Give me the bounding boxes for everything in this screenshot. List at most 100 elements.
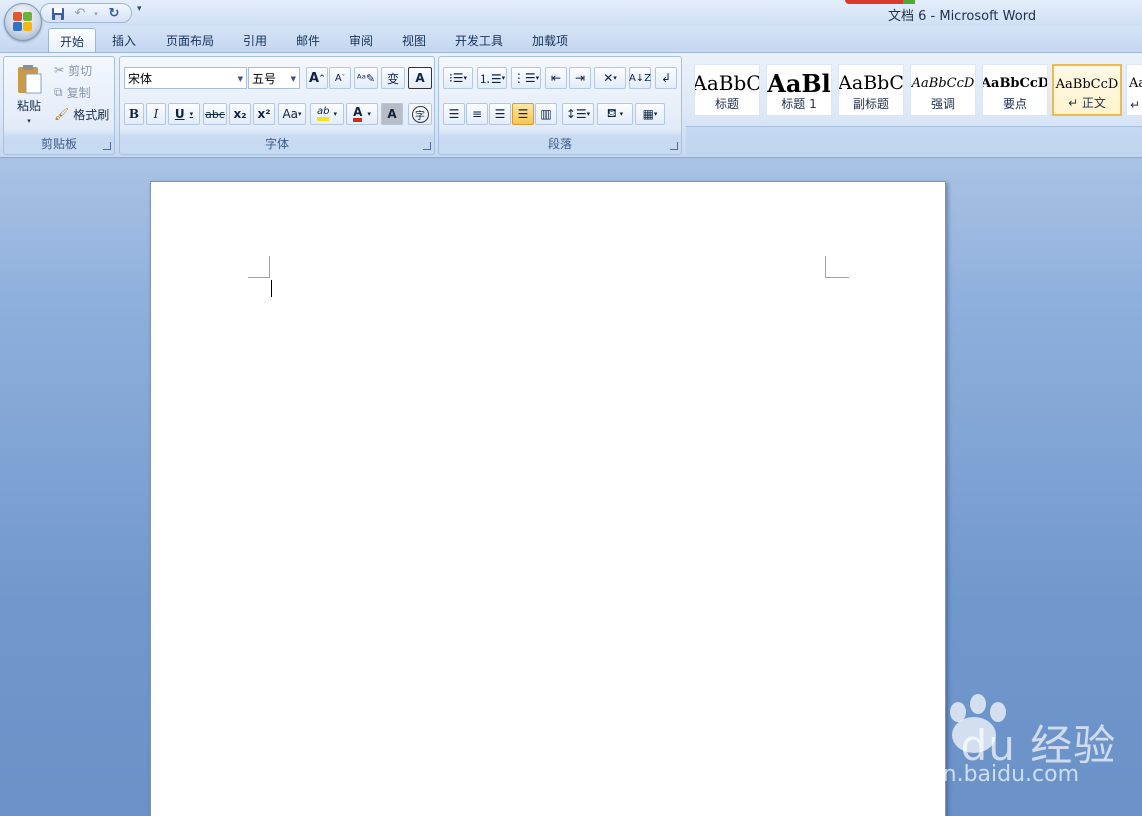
phonetic-guide-icon: 变 (386, 71, 399, 86)
phonetic-guide-button[interactable]: 变 (381, 67, 405, 89)
style-name: 标题 (714, 97, 739, 111)
style-emphasis[interactable]: AaBbCcD 强调 (910, 64, 976, 116)
font-dialog-launcher[interactable] (423, 142, 431, 150)
justify-icon: ☰ (517, 107, 529, 121)
style-normal[interactable]: AaBbCcD ↵ 正文 (1052, 64, 1122, 116)
highlighter-icon: ab (317, 107, 330, 121)
align-center-button[interactable]: ≡ (466, 103, 488, 125)
text-cursor (271, 280, 272, 297)
style-name: ↵ 正文 (1068, 96, 1106, 110)
bold-button[interactable]: B (124, 103, 144, 125)
style-heading-1[interactable]: AaBl 标题 1 (766, 64, 832, 116)
font-color-button[interactable]: A ▾ (346, 103, 378, 125)
font-group-label: 字体 (264, 137, 289, 151)
copy-button[interactable]: ⧉ 复制 (54, 83, 91, 101)
tab-insert[interactable]: 插入 (104, 28, 144, 52)
shading-button[interactable]: ⛾ ▾ (597, 103, 633, 125)
show-formatting-marks-button[interactable]: ↲ (655, 67, 677, 89)
tab-references[interactable]: 引用 (236, 28, 274, 52)
tab-home[interactable]: 开始 (48, 28, 96, 53)
margin-mark-top-left (248, 256, 270, 278)
enclose-characters-button[interactable]: 字 (408, 103, 432, 125)
watermark-url: jingyan.baidu.com (876, 762, 1080, 787)
clear-formatting-button[interactable]: ᴬᵃ✎ (354, 67, 378, 89)
tab-developer[interactable]: 开发工具 (447, 28, 511, 52)
subscript-button[interactable]: x₂ (229, 103, 251, 125)
increase-indent-button[interactable]: ⇥ (569, 67, 591, 89)
shrink-font-button[interactable]: Aˇ (329, 67, 351, 89)
numbering-button[interactable]: ⒈☰ ▾ (477, 67, 507, 89)
clipboard-dialog-launcher[interactable] (103, 142, 111, 150)
font-size-value: 五号 (252, 71, 277, 86)
paste-icon (18, 65, 42, 94)
character-border-button[interactable]: A (408, 67, 432, 89)
style-sample: AaBl (767, 69, 831, 97)
font-size-dropdown[interactable]: 五号 ▼ (248, 67, 300, 89)
style-sample: AaBbC (695, 71, 759, 95)
superscript-button[interactable]: x² (253, 103, 275, 125)
paragraph-dialog-launcher[interactable] (670, 142, 678, 150)
style-strong[interactable]: AaBbCcD 要点 (982, 64, 1048, 116)
distributed-button[interactable]: ▥ (535, 103, 557, 125)
grow-font-button[interactable]: A ^ (306, 67, 328, 89)
character-border-icon: A (415, 71, 425, 85)
copy-icon: ⧉ (54, 84, 63, 99)
font-name-value: 宋体 (128, 71, 153, 86)
cut-button[interactable]: ✂ 剪切 (54, 61, 92, 79)
customize-qat-icon[interactable]: ▾ (137, 4, 142, 14)
maximize-window-button[interactable] (903, 0, 915, 4)
style-title[interactable]: AaBbC 标题 (694, 64, 760, 116)
chinese-layout-button[interactable]: ✕ ▾ (594, 67, 626, 89)
office-logo-icon (13, 12, 33, 32)
chevron-down-icon: ▼ (237, 75, 243, 83)
tab-mailings[interactable]: 邮件 (289, 28, 327, 52)
redo-icon[interactable]: ↻ (105, 5, 123, 22)
style-subtitle[interactable]: AaBbC 副标题 (838, 64, 904, 116)
tab-view[interactable]: 视图 (395, 28, 433, 52)
tab-page-layout[interactable]: 页面布局 (158, 28, 222, 52)
tab-add-ins[interactable]: 加载项 (525, 28, 575, 52)
format-painter-button[interactable]: 🖌 格式刷 (54, 105, 109, 123)
character-shading-button[interactable]: A (381, 103, 403, 125)
undo-dropdown-icon[interactable]: ▾ (87, 5, 105, 22)
italic-button[interactable]: I (146, 103, 166, 125)
underline-icon: U (174, 107, 185, 121)
window-title: 文档 6 - Microsoft Word (888, 9, 1037, 24)
align-left-button[interactable]: ☰ (443, 103, 465, 125)
close-window-button[interactable] (845, 0, 911, 4)
style-sample: Aa (1129, 75, 1142, 91)
save-icon[interactable] (49, 5, 67, 22)
style-name: 强调 (930, 97, 955, 111)
bullets-icon: ⁝☰ (448, 71, 464, 85)
justify-button[interactable]: ☰ (512, 103, 534, 125)
strikethrough-button[interactable]: abc (203, 103, 227, 125)
style-no-spacing[interactable]: Aa ↵ (1126, 64, 1142, 116)
decrease-indent-button[interactable]: ⇤ (545, 67, 567, 89)
paste-label: 粘贴 (16, 99, 41, 113)
style-name: ↵ (1130, 98, 1141, 112)
distributed-icon: ▥ (540, 107, 552, 121)
paint-bucket-icon: ⛾ (606, 106, 617, 120)
font-name-dropdown[interactable]: 宋体 ▼ (124, 67, 247, 89)
change-case-button[interactable]: Aa ▾ (278, 103, 306, 125)
clipboard-group-label: 剪贴板 (40, 137, 77, 151)
line-spacing-button[interactable]: ↕☰ ▾ (562, 103, 594, 125)
office-button[interactable] (4, 3, 42, 41)
multilevel-list-button[interactable]: ⋮☰ ▾ (511, 67, 541, 89)
underline-button[interactable]: U ▾ (168, 103, 200, 125)
document-page[interactable] (150, 181, 946, 816)
paste-button[interactable]: 粘贴 ▾ (8, 59, 50, 129)
highlight-button[interactable]: ab ▾ (310, 103, 344, 125)
grow-font-icon: A (309, 70, 320, 86)
styles-group-footer (686, 126, 1142, 156)
increase-indent-icon: ⇥ (574, 71, 586, 85)
change-case-icon: Aa (282, 107, 299, 121)
align-right-button[interactable]: ☰ (489, 103, 511, 125)
sort-button[interactable]: A↓Z (629, 67, 651, 89)
borders-button[interactable]: ▦ ▾ (635, 103, 665, 125)
align-left-icon: ☰ (448, 107, 460, 121)
paintbrush-icon: 🖌 (54, 107, 70, 121)
bullets-button[interactable]: ⁝☰ ▾ (443, 67, 473, 89)
scissors-icon: ✂ (54, 63, 65, 77)
tab-review[interactable]: 审阅 (342, 28, 380, 52)
